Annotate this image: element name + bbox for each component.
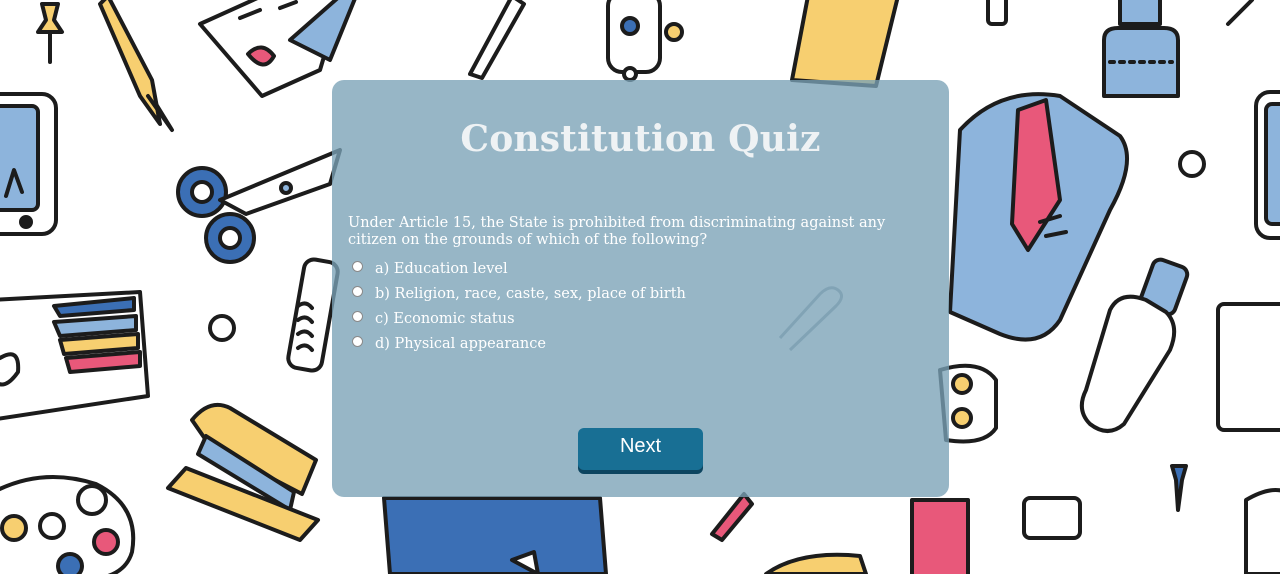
option-label: d) Physical appearance [375,335,546,352]
option-b[interactable]: b) Religion, race, caste, sex, place of … [352,281,686,306]
option-a[interactable]: a) Education level [352,256,686,281]
radio-button[interactable] [352,286,363,297]
pushpin-icon [36,2,64,64]
option-label: b) Religion, race, caste, sex, place of … [375,285,686,302]
glue-bottle-icon [1102,0,1180,98]
glue-bottle-icon [1079,257,1190,433]
stapler-icon [166,403,320,542]
option-label: c) Economic status [375,310,515,327]
next-button[interactable]: Next [578,428,703,470]
quiz-card: Constitution Quiz Under Article 15, the … [332,80,949,497]
option-label: a) Education level [375,260,508,277]
ruler-icon [790,0,900,88]
phone-icon [0,92,58,236]
notebook-icon [948,92,1130,342]
radio-button[interactable] [352,261,363,272]
radio-button[interactable] [352,336,363,347]
option-d[interactable]: d) Physical appearance [352,331,686,356]
scissors-icon [176,148,342,264]
pencil-icon [468,0,526,80]
eraser-icon [0,290,150,421]
quiz-title: Constitution Quiz [460,118,821,160]
option-c[interactable]: c) Economic status [352,306,686,331]
pencil-icon [98,0,174,132]
paint-palette-icon [0,474,136,574]
radio-button[interactable] [352,311,363,322]
notebook-icon [198,0,357,98]
answer-options: a) Education level b) Religion, race, ca… [352,256,686,356]
question-text: Under Article 15, the State is prohibite… [348,215,886,248]
glue-stick-icon [606,0,684,82]
